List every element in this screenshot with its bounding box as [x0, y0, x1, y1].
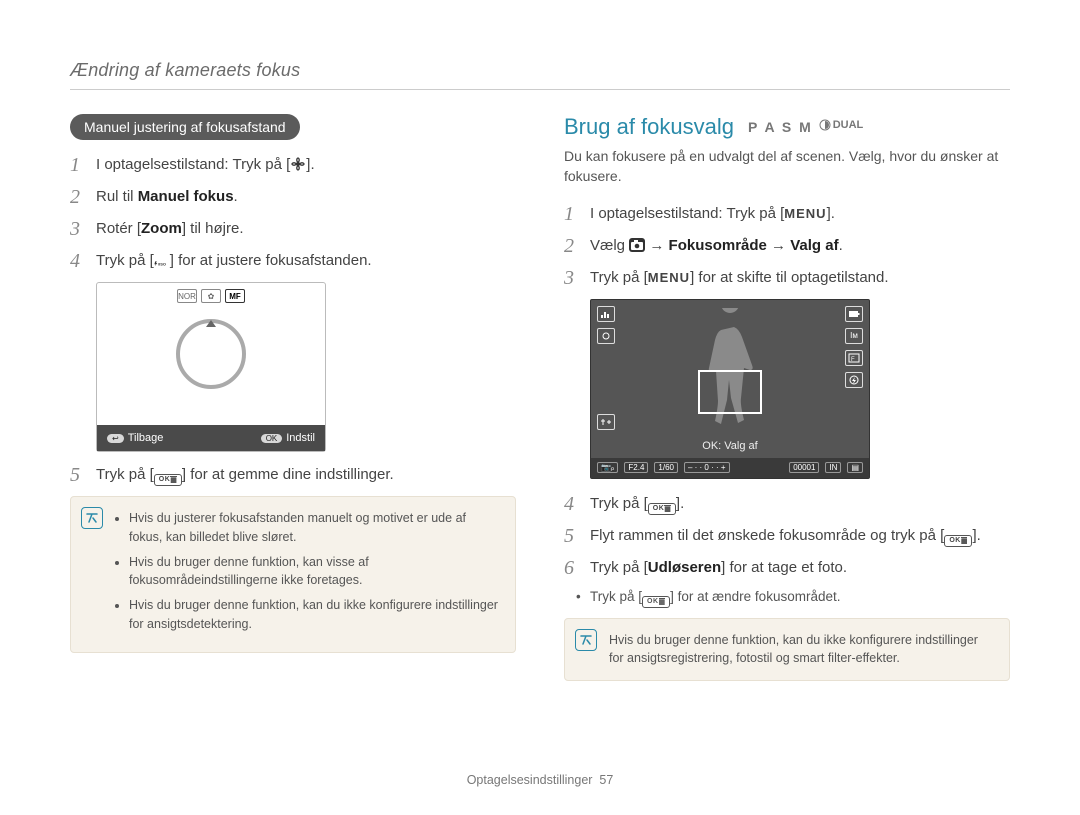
mode-icon-macro: ✿: [201, 289, 221, 303]
note-icon: [575, 629, 597, 651]
rstep-3: 3 Tryk på [MENU] for at skifte til optag…: [564, 267, 1010, 289]
section-badge: Manuel justering af fokusafstand: [70, 114, 300, 140]
header-divider: [70, 89, 1010, 90]
ok-grid-icon: OK▦: [648, 503, 676, 515]
stab-icon: [597, 414, 615, 430]
section-title: Brug af fokusvalg P A S M DUAL: [564, 114, 1010, 140]
ok-grid-icon: OK▦: [154, 474, 182, 486]
note-item: Hvis du bruger denne funktion, kan du ik…: [129, 596, 501, 634]
face-icon: [597, 328, 615, 344]
hist2-icon: ▤: [847, 462, 863, 473]
note-box: Hvis du bruger denne funktion, kan du ik…: [564, 618, 1010, 682]
focus-select-illustration: Iм F OK: Valg af 📷ₚ F2.4 1/60 – · · 0 · …: [590, 299, 870, 479]
rstep-1: 1 I optagelsestilstand: Tryk på [MENU].: [564, 203, 1010, 225]
size-icon: Iм: [845, 328, 863, 344]
shutter-value: 1/60: [654, 462, 678, 473]
focus-dial: [176, 319, 246, 389]
focus-rectangle: [698, 370, 762, 414]
rstep-2: 2 Vælg → Fokusområde → Valg af.: [564, 235, 1010, 257]
manual-focus-illustration: NOR ✿ MF ↩ Tilbage OK Indstil: [96, 282, 326, 452]
menu-label: MENU: [648, 269, 690, 287]
ok-hint: OK: Valg af: [702, 440, 757, 452]
status-bar: 📷ₚ F2.4 1/60 – · · 0 · · + 00001 IN ▤: [591, 458, 869, 478]
back-icon: ↩: [107, 434, 124, 443]
note-item: Hvis du bruger denne funktion, kan visse…: [129, 553, 501, 591]
qual-icon: F: [845, 350, 863, 366]
mode-indicators: P A S M DUAL: [748, 119, 863, 135]
svg-text:/ISO: /ISO: [158, 262, 166, 267]
step-5: 5 Tryk på [OK▦] for at gemme dine indsti…: [70, 464, 516, 486]
mode-icon-nor: NOR: [177, 289, 197, 303]
frame-counter: 00001: [789, 462, 819, 473]
ok-icon: OK: [261, 434, 283, 443]
note-box: Hvis du justerer fokusafstanden manuelt …: [70, 496, 516, 653]
note-icon: [81, 507, 103, 529]
ok-grid-icon: OK▦: [642, 596, 670, 608]
step-4: 4 Tryk på [/ISO] for at justere fokusafs…: [70, 250, 516, 272]
ok-grid-icon: OK▦: [944, 535, 972, 547]
rstep-6: 6 Tryk på [Udløseren] for at tage et fot…: [564, 557, 1010, 579]
batt-icon: [845, 306, 863, 322]
flash-icon: [845, 372, 863, 388]
back-button[interactable]: ↩ Tilbage: [107, 432, 163, 444]
flash-iso-icon: /ISO: [154, 257, 170, 271]
left-column: Manuel justering af fokusafstand 1 I opt…: [70, 114, 516, 681]
sub-bullet: Tryk på [OK▦] for at ændre fokusområdet.: [564, 589, 1010, 608]
hist-icon: [597, 306, 615, 322]
section-intro: Du kan fokusere på en udvalgt del af sce…: [564, 146, 1010, 187]
page-title: Ændring af kameraets fokus: [70, 60, 1010, 81]
rstep-5: 5 Flyt rammen til det ønskede fokusområd…: [564, 525, 1010, 547]
page-footer: Optagelsesindstillinger 57: [0, 773, 1080, 787]
dual-icon: DUAL: [819, 119, 864, 131]
step-1: 1 I optagelsestilstand: Tryk på [].: [70, 154, 516, 176]
cam-mode-icon: 📷ₚ: [597, 462, 618, 473]
step-2: 2 Rul til Manuel fokus.: [70, 186, 516, 208]
note-item: Hvis du justerer fokusafstanden manuelt …: [129, 509, 501, 547]
right-column: Brug af fokusvalg P A S M DUAL Du kan fo…: [564, 114, 1010, 681]
flower-icon: [290, 157, 306, 171]
step-3: 3 Rotér [Zoom] til højre.: [70, 218, 516, 240]
mode-icon-mf: MF: [225, 289, 245, 303]
ok-button[interactable]: OK Indstil: [261, 432, 315, 444]
rstep-4: 4 Tryk på [OK▦].: [564, 493, 1010, 515]
svg-text:F: F: [851, 357, 855, 363]
card-icon: IN: [825, 462, 841, 473]
menu-label: MENU: [784, 205, 826, 223]
camera-icon: [629, 238, 645, 252]
ev-bar: – · · 0 · · +: [684, 462, 730, 473]
fstop-value: F2.4: [624, 462, 648, 473]
